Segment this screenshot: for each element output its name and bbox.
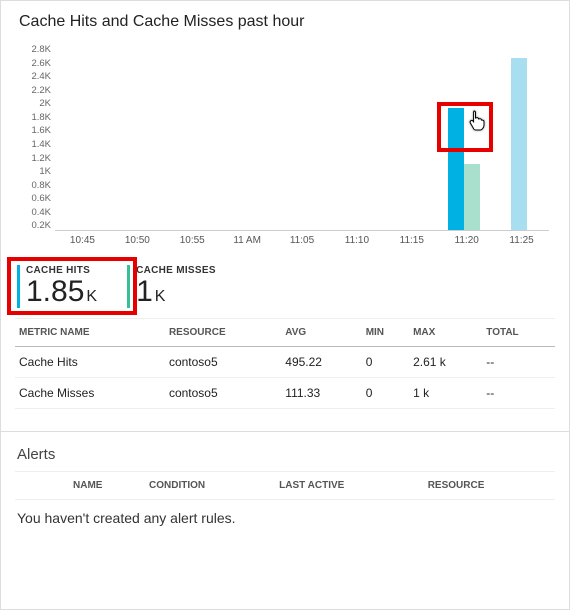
col-max: MAX bbox=[409, 318, 482, 346]
col-alert-last-active: LAST ACTIVE bbox=[275, 471, 424, 499]
bar-cache-misses-1120[interactable] bbox=[464, 164, 480, 230]
kpi-cache-misses-value: 1K bbox=[136, 276, 216, 308]
kpi-cache-hits: CACHE HITS 1.85K bbox=[17, 265, 97, 308]
col-total: TOTAL bbox=[482, 318, 555, 346]
bar-group-1125[interactable] bbox=[494, 58, 543, 230]
bar-group-1120[interactable] bbox=[439, 108, 488, 230]
table-row[interactable]: Cache Hits contoso5 495.22 0 2.61 k -- bbox=[15, 346, 555, 377]
bar-cache-hits-1125[interactable] bbox=[511, 58, 527, 230]
alerts-table: NAME CONDITION LAST ACTIVE RESOURCE bbox=[15, 471, 555, 500]
chart-y-axis: 2.8K 2.6K 2.4K 2.2K 2K 1.8K 1.6K 1.4K 1.… bbox=[15, 45, 55, 231]
chart-title: Cache Hits and Cache Misses past hour bbox=[19, 13, 555, 31]
col-metric-name: METRIC NAME bbox=[15, 318, 165, 346]
alerts-title: Alerts bbox=[17, 446, 555, 463]
col-alert-condition: CONDITION bbox=[145, 471, 275, 499]
chart-area[interactable]: 2.8K 2.6K 2.4K 2.2K 2K 1.8K 1.6K 1.4K 1.… bbox=[15, 39, 555, 259]
kpi-cache-hits-value: 1.85K bbox=[26, 276, 97, 308]
metrics-header-row: METRIC NAME RESOURCE AVG MIN MAX TOTAL bbox=[15, 318, 555, 346]
col-resource: RESOURCE bbox=[165, 318, 281, 346]
metrics-table: METRIC NAME RESOURCE AVG MIN MAX TOTAL C… bbox=[15, 318, 555, 409]
chart-plot[interactable] bbox=[55, 45, 549, 231]
col-alert-resource: RESOURCE bbox=[424, 471, 555, 499]
bar-cache-hits-1120[interactable] bbox=[448, 108, 464, 230]
alerts-empty-message: You haven't created any alert rules. bbox=[15, 500, 555, 536]
alerts-header-row: NAME CONDITION LAST ACTIVE RESOURCE bbox=[15, 471, 555, 499]
table-row[interactable]: Cache Misses contoso5 111.33 0 1 k -- bbox=[15, 377, 555, 408]
section-divider bbox=[1, 431, 569, 432]
kpi-cache-misses: CACHE MISSES 1K bbox=[127, 265, 216, 308]
col-min: MIN bbox=[362, 318, 409, 346]
col-alert-name: NAME bbox=[69, 471, 145, 499]
col-avg: AVG bbox=[281, 318, 361, 346]
chart-x-axis: 10:45 10:50 10:55 11 AM 11:05 11:10 11:1… bbox=[55, 235, 549, 253]
